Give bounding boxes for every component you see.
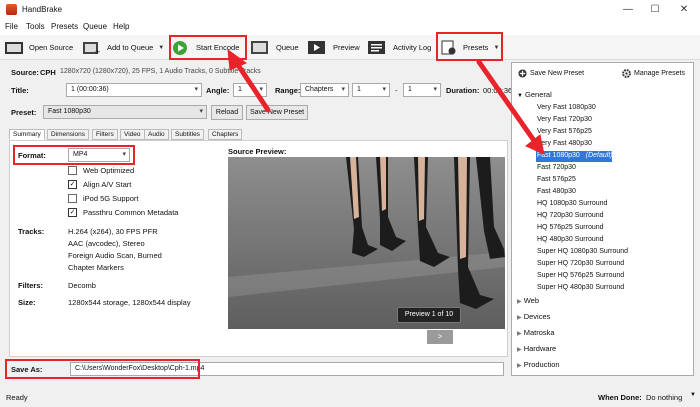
status-text: Ready [6, 393, 28, 402]
arrow-to-start-encode [233, 59, 271, 113]
chevron-down-icon[interactable]: ▼ [690, 392, 696, 398]
arrow-head [227, 48, 248, 71]
status-bar: Ready When Done: Do nothing ▼ [0, 388, 700, 407]
when-done-label: When Done: [598, 393, 642, 402]
annotation-arrows [227, 48, 545, 155]
arrow-to-presets-list [476, 59, 538, 145]
when-done-select[interactable]: Do nothing [646, 393, 682, 402]
